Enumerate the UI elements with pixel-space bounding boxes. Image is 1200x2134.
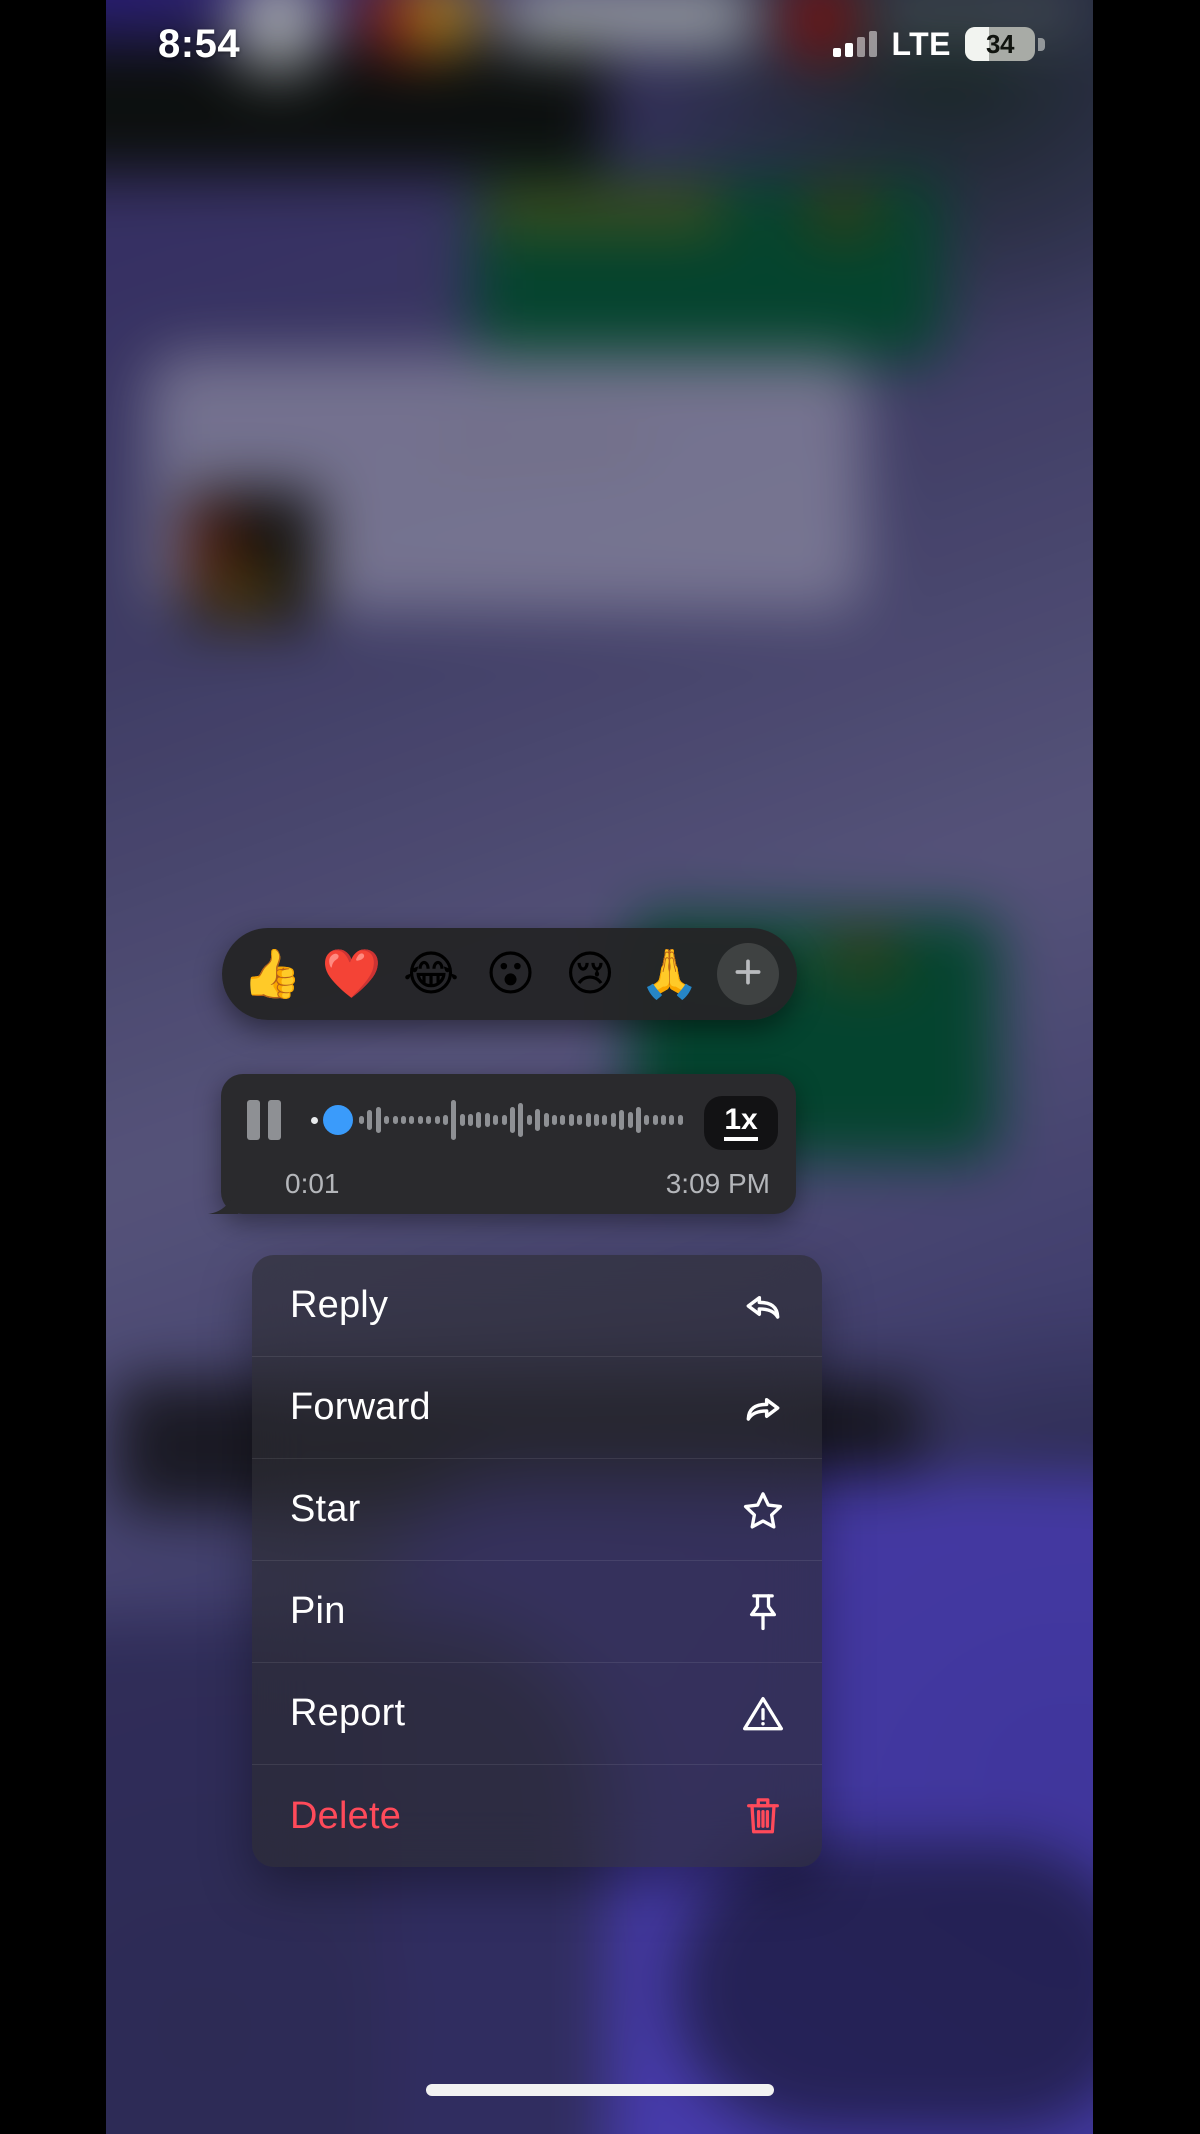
playhead-handle[interactable]: [323, 1105, 353, 1135]
battery-percent-label: 34: [986, 28, 1014, 59]
voice-duration-label: 0:01: [285, 1168, 340, 1199]
menu-item-label: Delete: [290, 1794, 402, 1837]
pushpin-icon: [740, 1589, 786, 1635]
reaction-folded-hands[interactable]: 🙏: [638, 942, 702, 1006]
menu-item-reply[interactable]: Reply: [252, 1255, 822, 1357]
message-context-menu[interactable]: Reply Forward Star Pin Report Delete: [252, 1255, 822, 1867]
cellular-signal-icon: [833, 31, 878, 57]
menu-item-label: Star: [290, 1488, 361, 1530]
reply-arrow-icon: [740, 1283, 786, 1329]
phone-screen: 8:54 LTE 34 👍 ❤️ 😂 😮 😢 🙏 1x 0:01 3:09 PM…: [106, 0, 1093, 2134]
voice-waveform-scrubber[interactable]: [311, 1097, 768, 1143]
reaction-crying[interactable]: 😢: [558, 942, 622, 1006]
forward-arrow-icon: [740, 1385, 786, 1431]
pause-icon[interactable]: [247, 1100, 293, 1140]
waveform-start-dot: [311, 1116, 318, 1124]
home-indicator[interactable]: [425, 2084, 774, 2096]
menu-item-star[interactable]: Star: [252, 1459, 822, 1561]
voice-message-bubble[interactable]: 1x 0:01 3:09 PM: [221, 1074, 796, 1214]
warning-triangle-icon: [740, 1691, 786, 1737]
status-bar-indicators: LTE 34: [833, 26, 1045, 63]
playback-speed-button[interactable]: 1x: [704, 1096, 778, 1150]
playback-speed-label: 1x: [724, 1105, 758, 1141]
reaction-thumbs-up[interactable]: 👍: [240, 942, 304, 1006]
plus-icon: [731, 955, 765, 994]
network-type-label: LTE: [891, 25, 951, 62]
status-bar-clock: 8:54: [158, 21, 241, 66]
emoji-reaction-bar[interactable]: 👍 ❤️ 😂 😮 😢 🙏: [222, 928, 797, 1020]
menu-item-delete[interactable]: Delete: [252, 1765, 822, 1867]
menu-item-forward[interactable]: Forward: [252, 1357, 822, 1459]
add-reaction-button[interactable]: [717, 943, 779, 1005]
reaction-joy[interactable]: 😂: [399, 942, 463, 1006]
menu-item-report[interactable]: Report: [252, 1663, 822, 1765]
star-outline-icon: [740, 1487, 786, 1533]
trash-icon: [740, 1793, 786, 1839]
menu-item-label: Reply: [290, 1284, 389, 1326]
message-timestamp: 3:09 PM: [665, 1168, 770, 1199]
menu-item-label: Forward: [290, 1386, 431, 1428]
menu-item-label: Pin: [290, 1590, 346, 1632]
status-bar: 8:54 LTE 34: [106, 0, 1093, 84]
menu-item-pin[interactable]: Pin: [252, 1561, 822, 1663]
reaction-red-heart[interactable]: ❤️: [320, 942, 384, 1006]
phone-screenshot: 8:54 LTE 34 👍 ❤️ 😂 😮 😢 🙏 1x 0:01 3:09 PM…: [0, 0, 1200, 2134]
battery-icon: 34: [965, 27, 1045, 61]
reaction-open-mouth[interactable]: 😮: [479, 942, 543, 1006]
menu-item-label: Report: [290, 1692, 406, 1734]
